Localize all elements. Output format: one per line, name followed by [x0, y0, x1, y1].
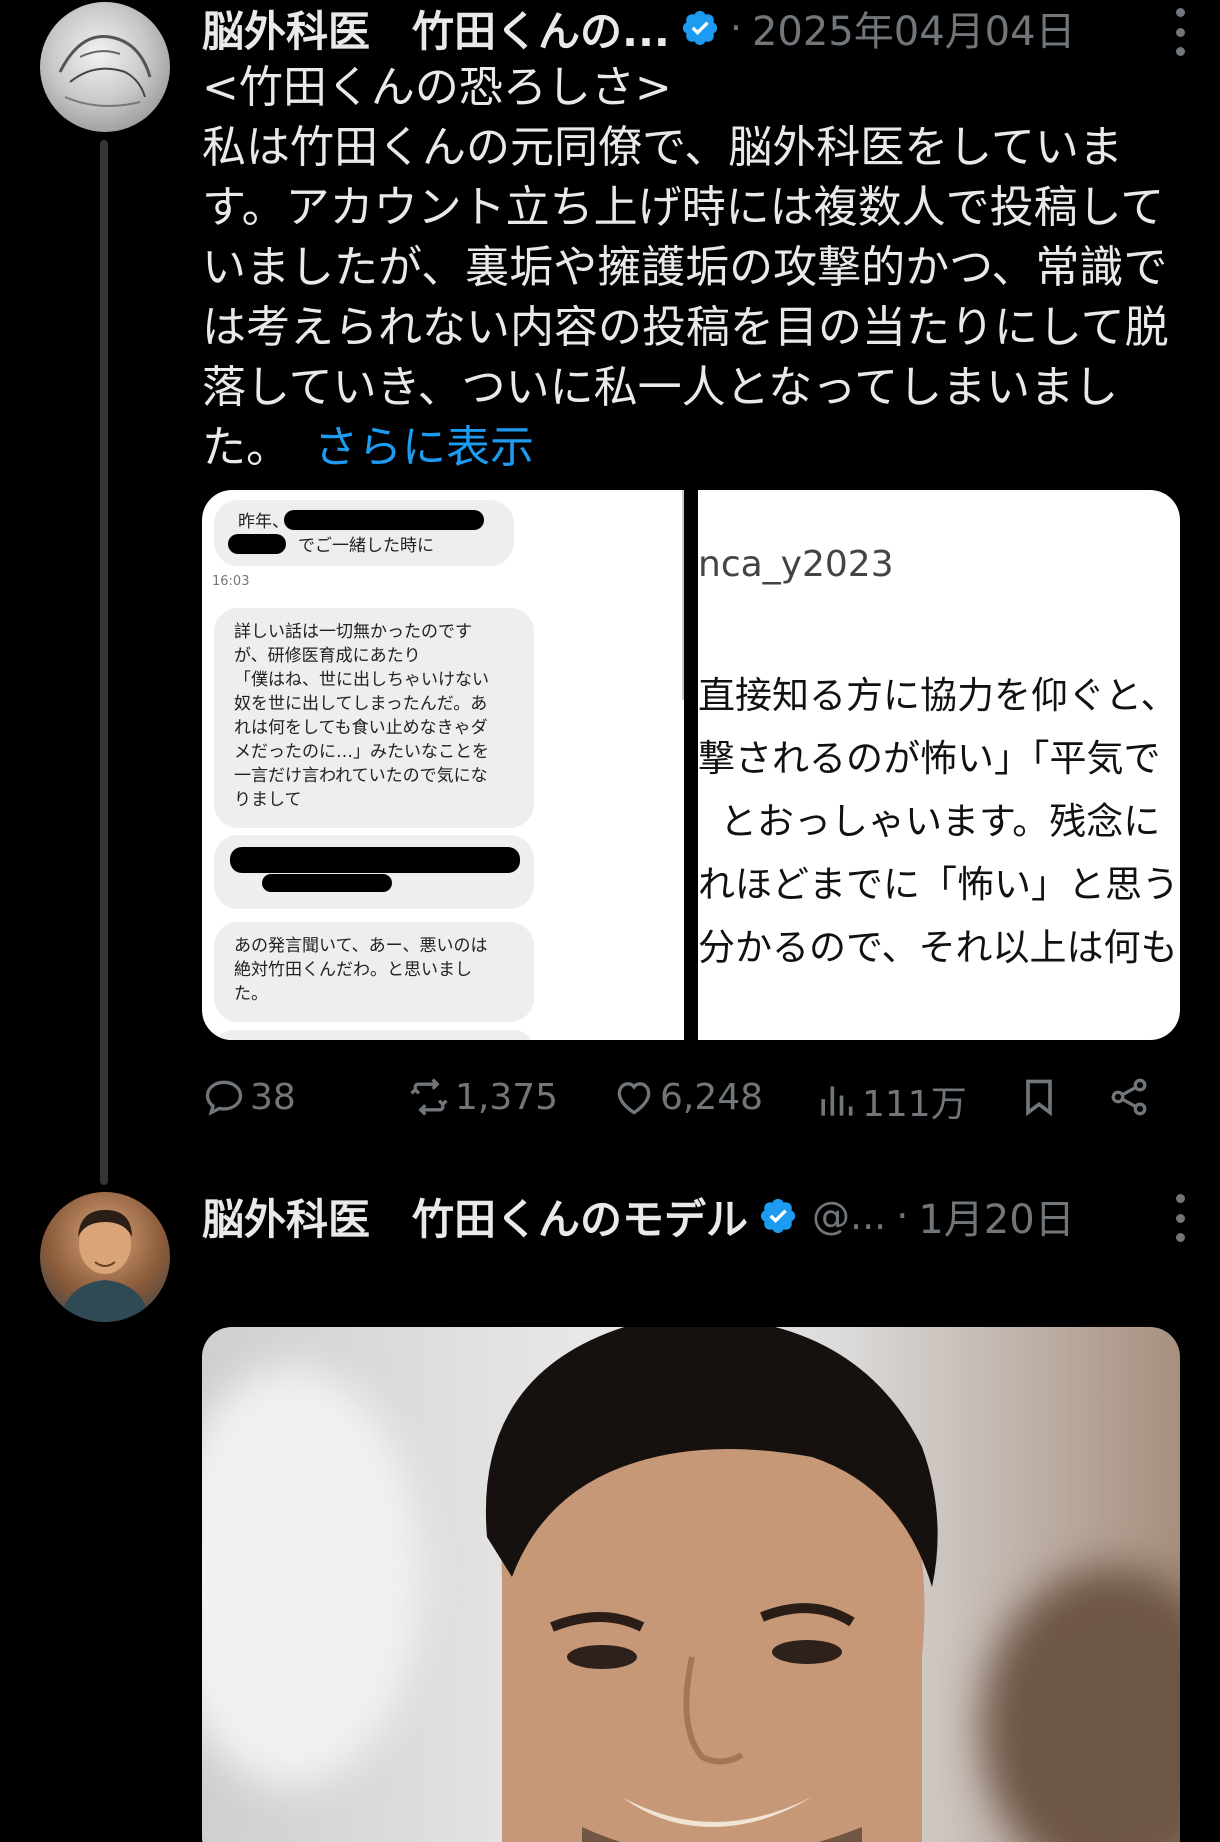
screenshot-text-line: 分かるので、それ以上は何も [698, 926, 1178, 969]
share-icon [1111, 1078, 1147, 1116]
tweet-text-line: いましたが、裏垢や擁護垢の攻撃的かつ、常識で [202, 242, 1168, 293]
tweet-text-line: 私は竹田くんの元同僚で、脳外科医をしていま [202, 122, 1123, 173]
tweet-text-line: は考えられない内容の投稿を目の当たりにして脱 [202, 302, 1169, 353]
avatar-sketch-image [58, 34, 152, 107]
chat-timestamp: 16:03 [212, 574, 250, 589]
more-options-icon[interactable] [1170, 8, 1190, 56]
chat-text: が、研修医育成にあたり [234, 646, 421, 666]
media-divider [684, 490, 698, 1040]
chat-bubble [214, 1030, 534, 1040]
screenshot-text-line: 直接知る方に協力を仰ぐと、 [698, 674, 1178, 717]
share-button[interactable] [1107, 1075, 1155, 1119]
chat-bubble: 詳しい話は一切無かったのです が、研修医育成にあたり 「僕はね、世に出しちゃいけ… [214, 608, 534, 828]
screenshot-text-line: れほどまでに「怖い」と思う [698, 863, 1179, 906]
tweet-text-line: 落していき、ついに私一人となってしまいまし [202, 362, 1119, 413]
thread-connector-line [100, 140, 108, 1185]
tweet-header: 脳外科医 竹田くんのモデル @... · 1月20日 [202, 1186, 1075, 1246]
tweet-text-line: す。アカウント立ち上げ時には複数人で投稿して [202, 182, 1165, 233]
redaction-mark [262, 874, 392, 892]
chat-text: りまして [234, 790, 302, 810]
screenshot-text-line: 撃されるのが怖い」「平気で [698, 737, 1161, 780]
tweet-photo[interactable] [202, 1327, 1180, 1842]
retweet-count: 1,375 [455, 1076, 559, 1118]
reply-count: 38 [250, 1076, 296, 1118]
bookmark-button[interactable] [1017, 1075, 1065, 1119]
chat-text: 詳しい話は一切無かったのです [234, 622, 472, 642]
heart-icon [617, 1082, 651, 1115]
bookmark-icon [1026, 1079, 1052, 1117]
like-button[interactable]: 6,248 [612, 1075, 763, 1119]
analytics-icon [821, 1086, 853, 1116]
tweet-header: 脳外科医 竹田くんの... · 2025年04月04日 [202, 0, 1076, 58]
redaction-mark [284, 510, 484, 530]
tweet-text-last-line: た。 さらに表示 [202, 418, 1162, 478]
author-name[interactable]: 脳外科医 竹田くんのモデル [202, 1186, 748, 1247]
verified-badge-icon [758, 1196, 798, 1236]
portrait-photo-image [485, 1327, 938, 1842]
verified-badge-icon [680, 8, 720, 48]
avatar[interactable] [40, 1192, 170, 1322]
author-name[interactable]: 脳外科医 竹田くんの... [202, 0, 670, 59]
screenshot-handle-text: nca_y2023 [698, 544, 894, 585]
chat-bubble: あの発言聞いて、あー、悪いのは 絶対竹田くんだわ。と思いまし た。 [214, 922, 534, 1022]
reply-button[interactable]: 38 [202, 1075, 296, 1119]
chat-text: 「僕はね、世に出しちゃいけない [234, 670, 489, 690]
chat-text: あの発言聞いて、あー、悪いのは [234, 936, 488, 956]
chat-text: 絶対竹田くんだわ。と思いまし [234, 960, 472, 980]
more-options-icon[interactable] [1170, 1194, 1190, 1242]
avatar-illustration-image [60, 1210, 150, 1322]
reply-icon [205, 1080, 243, 1116]
chat-text: 奴を世に出してしまったんだ。あ [234, 694, 488, 714]
tweet-text-line: <竹田くんの恐ろしさ> [202, 62, 672, 113]
chat-text: メだったのに…」みたいなことを [234, 742, 489, 762]
separator-dot: · [896, 1194, 909, 1238]
view-count: 111万 [862, 1084, 967, 1125]
like-count: 6,248 [660, 1076, 764, 1118]
screenshot-text-line: とおっしゃいます。残念に [720, 800, 1161, 843]
retweet-button[interactable]: 1,375 [407, 1075, 558, 1119]
redaction-mark [230, 847, 520, 873]
avatar[interactable] [40, 2, 170, 132]
chat-text: た。 [234, 984, 268, 1004]
chat-screenshot-image[interactable]: 昨年、 でご一緒した時に 16:03 詳しい話は一切無かったのです が、研修医育… [202, 490, 684, 1040]
tweet-date[interactable]: 2025年04月04日 [752, 0, 1076, 57]
tweet-media[interactable]: 昨年、 でご一緒した時に 16:03 詳しい話は一切無かったのです が、研修医育… [202, 490, 1180, 1040]
text-screenshot-image[interactable]: nca_y2023 直接知る方に協力を仰ぐと、 撃されるのが怖い」「平気で とお… [698, 490, 1180, 1040]
retweet-icon [410, 1078, 448, 1116]
tweet-date[interactable]: 1月20日 [918, 1187, 1074, 1245]
author-handle[interactable]: @... [812, 1194, 886, 1238]
tweet-text: <竹田くんの恐ろしさ> 私は竹田くんの元同僚で、脳外科医をしていま す。アカウン… [202, 58, 1169, 478]
chat-text: 一言だけ言われていたので気にな [234, 766, 488, 786]
separator-dot: · [729, 6, 742, 50]
tweet-actions: 38 1,375 6,248 111万 [202, 1075, 1162, 1125]
redaction-mark [228, 534, 286, 554]
tweet-text-line: た。 [202, 422, 290, 473]
show-more-link[interactable]: さらに表示 [314, 422, 534, 473]
chat-text: れは何をしても食い止めなきゃダ [234, 718, 488, 738]
views-button[interactable]: 111万 [814, 1075, 967, 1127]
